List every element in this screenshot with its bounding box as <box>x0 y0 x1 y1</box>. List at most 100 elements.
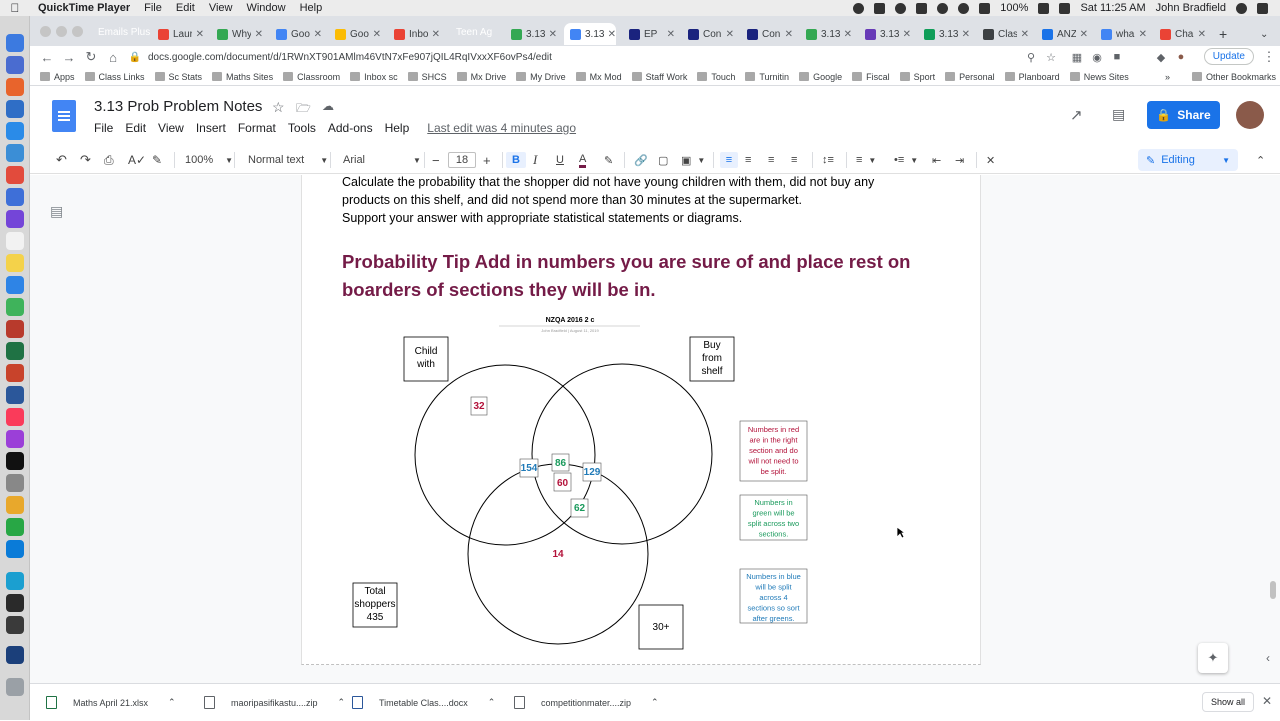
app-icon[interactable] <box>6 518 24 536</box>
font-size-input[interactable]: 18 <box>448 152 476 168</box>
bookmark-item[interactable]: Sc Stats <box>154 72 202 82</box>
browser-tab[interactable]: 3.13 ✕ <box>859 23 911 45</box>
bookmark-item[interactable]: Google <box>799 72 842 82</box>
outline-icon[interactable]: ▤ <box>50 203 63 220</box>
bluetooth-icon[interactable] <box>916 2 928 14</box>
reload-icon[interactable]: ↻ <box>80 49 102 65</box>
apple-icon[interactable]:  <box>8 1 22 15</box>
menu-tools[interactable]: Tools <box>288 121 316 135</box>
browser-tab[interactable]: 3.13 ✕ <box>800 23 852 45</box>
menu-file[interactable]: File <box>144 2 162 14</box>
new-tab-icon[interactable]: + <box>1219 23 1227 45</box>
explore-button[interactable]: ✦ <box>1198 643 1228 673</box>
comment-add-icon[interactable]: ▢ <box>658 152 668 168</box>
italic-icon[interactable]: I <box>533 152 537 168</box>
quicktime-icon[interactable] <box>6 616 24 634</box>
spotlight-icon[interactable] <box>1236 2 1247 14</box>
tab-close-icon[interactable]: ✕ <box>196 29 204 40</box>
zoom-select[interactable]: 100% ▼ <box>185 152 233 168</box>
paint-format-icon[interactable]: ✎ <box>152 152 162 168</box>
bookmark-item[interactable]: Classroom <box>283 72 340 82</box>
menu-window[interactable]: Window <box>246 2 285 14</box>
more-icon[interactable]: ⋮ <box>1258 49 1280 65</box>
bookmark-item[interactable]: My Drive <box>516 72 566 82</box>
share-button[interactable]: 🔒 Share <box>1147 101 1220 129</box>
podcasts-icon[interactable] <box>6 430 24 448</box>
tab-close-icon[interactable]: ✕ <box>785 29 793 40</box>
airplay-icon[interactable] <box>979 2 991 14</box>
star-icon[interactable]: ☆ <box>1040 51 1062 64</box>
bookmark-item[interactable]: Personal <box>945 72 995 82</box>
tab-close-icon[interactable]: ✕ <box>726 29 734 40</box>
browser-tab[interactable]: Con ✕ <box>682 23 734 45</box>
browser-tab[interactable]: wha ✕ <box>1095 23 1147 45</box>
download-item[interactable]: Maths April 21.xlsx ⌃ <box>46 684 176 721</box>
powerpoint-icon[interactable] <box>6 364 24 382</box>
browser-tab[interactable]: Con ✕ <box>741 23 793 45</box>
sync-icon[interactable] <box>895 2 907 14</box>
show-all-downloads-button[interactable]: Show all <box>1202 692 1255 712</box>
browser-tab[interactable]: Laur ✕ <box>152 23 204 45</box>
chevron-up-icon[interactable]: ⌃ <box>488 697 496 708</box>
align-justify-icon[interactable]: ≡ <box>791 152 797 168</box>
bookmark-item[interactable]: Mx Mod <box>575 72 622 82</box>
menu-insert[interactable]: Insert <box>196 121 226 135</box>
menu-edit[interactable]: Edit <box>125 121 146 135</box>
bookmark-item[interactable]: News Sites <box>1069 72 1129 82</box>
music-icon[interactable] <box>6 408 24 426</box>
underline-icon[interactable]: U <box>556 152 564 168</box>
download-item[interactable]: Timetable Clas....docx ⌃ <box>352 684 495 721</box>
kamar-icon[interactable] <box>6 646 24 664</box>
browser-tab[interactable]: EP ✕ <box>623 23 675 45</box>
decrease-indent-icon[interactable]: ⇤ <box>932 152 941 168</box>
link-icon[interactable]: 🔗 <box>634 152 648 168</box>
tab-close-icon[interactable]: ✕ <box>667 29 675 40</box>
url-bar[interactable]: docs.google.com/document/d/1RWnXT901AMlm… <box>148 52 552 63</box>
browser-tab[interactable]: Goo ✕ <box>270 23 322 45</box>
tab-search-icon[interactable]: ⌄ <box>1260 23 1268 45</box>
battery-icon[interactable] <box>1038 2 1050 14</box>
minimize-window-button[interactable] <box>56 26 67 37</box>
print-icon[interactable]: ⎙ <box>104 152 114 168</box>
tab-close-icon[interactable]: ✕ <box>549 29 557 40</box>
clock[interactable]: Sat 11:25 AM <box>1080 2 1145 14</box>
increase-indent-icon[interactable]: ⇥ <box>955 152 964 168</box>
bookmark-item[interactable]: Inbox sc <box>350 72 398 82</box>
tab-group-emails-plus[interactable]: Emails Plus <box>92 24 156 41</box>
docs-logo-icon[interactable] <box>52 100 76 132</box>
menu-addons[interactable]: Add-ons <box>328 121 373 135</box>
chevron-up-icon[interactable]: ⌃ <box>338 697 346 708</box>
bookmark-item[interactable]: Planboard <box>1004 72 1060 82</box>
menu-help[interactable]: Help <box>300 2 323 14</box>
redo-icon[interactable]: ↷ <box>80 152 91 168</box>
bookmark-item[interactable]: Staff Work <box>631 72 687 82</box>
search-icon[interactable]: ⚲ <box>1020 51 1042 64</box>
word-icon[interactable] <box>6 386 24 404</box>
bookmark-item[interactable]: Touch <box>697 72 735 82</box>
move-folder-icon[interactable]: 🗁 <box>296 99 311 120</box>
image-icon[interactable]: ▣ ▼ <box>681 152 705 168</box>
document-title[interactable]: 3.13 Prob Problem Notes <box>94 98 262 115</box>
browser-tab[interactable]: 3.13 ✕ <box>564 23 616 45</box>
browser-tab[interactable]: Inbo ✕ <box>388 23 440 45</box>
editing-mode-select[interactable]: ✎ Editing ▼ <box>1138 149 1238 171</box>
record-icon[interactable] <box>853 2 865 14</box>
excel-icon[interactable] <box>6 342 24 360</box>
app-icon[interactable] <box>6 210 24 228</box>
zoom-window-button[interactable] <box>72 26 83 37</box>
numbered-list-icon[interactable]: ≡ ▼ <box>856 152 876 168</box>
activity-trend-icon[interactable]: ↗ <box>1070 106 1083 124</box>
tab-close-icon[interactable]: ✕ <box>903 29 911 40</box>
spellcheck-icon[interactable]: A✓ <box>128 152 146 168</box>
decrease-font-icon[interactable]: − <box>432 152 440 168</box>
extension-icon[interactable]: ◉ <box>1086 51 1108 64</box>
photos-icon[interactable] <box>6 496 24 514</box>
highlight-icon[interactable]: ✎ <box>604 152 613 168</box>
tab-close-icon[interactable]: ✕ <box>314 29 322 40</box>
tab-close-icon[interactable]: ✕ <box>1198 29 1206 40</box>
tab-close-icon[interactable]: ✕ <box>432 29 440 40</box>
tv-icon[interactable] <box>6 452 24 470</box>
extension-icon[interactable]: ■ <box>1106 51 1128 63</box>
text-color-icon[interactable]: A <box>579 152 587 168</box>
app-menu[interactable]: QuickTime Player <box>38 2 130 14</box>
